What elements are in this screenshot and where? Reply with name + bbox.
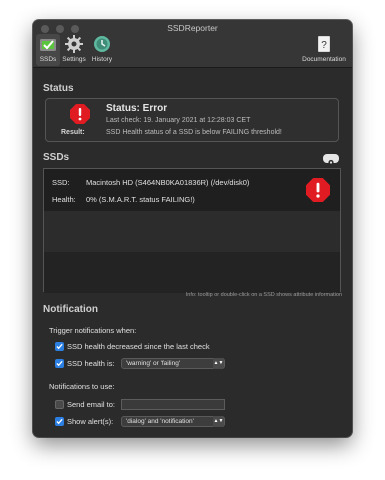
ssd-list-empty-row <box>44 252 340 293</box>
toolbar-settings-label: Settings <box>62 56 86 63</box>
ssd-label: SSD: <box>52 178 70 187</box>
health-label: Health: <box>52 195 76 204</box>
health-is-checkbox[interactable] <box>55 359 64 368</box>
result-value: SSD Health status of a SSD is below FAIL… <box>106 129 282 136</box>
app-window: SSDReporter SSDs Settings History ? Docu… <box>33 20 352 437</box>
svg-text:?: ? <box>321 40 327 51</box>
notification-section-title: Notification <box>43 304 98 315</box>
ssd-list-empty-row <box>44 211 340 252</box>
ssd-list-row[interactable]: SSD: Macintosh HD (S464NB0KA01836R) (/de… <box>44 169 340 211</box>
use-heading: Notifications to use: <box>49 382 115 391</box>
ssd-name-value: Macintosh HD (S464NB0KA01836R) (/dev/dis… <box>86 178 250 187</box>
chevron-updown-icon: ▲▼ <box>213 416 224 427</box>
gear-icon <box>65 35 83 53</box>
toolbar-history-button[interactable]: History <box>89 34 115 66</box>
toolbar-ssds-label: SSDs <box>39 56 57 63</box>
result-label: Result: <box>61 129 85 136</box>
checkmark-icon <box>56 360 63 367</box>
show-alerts-selected-value: 'dialog' and 'notification' <box>126 418 194 425</box>
show-alerts-select[interactable]: 'dialog' and 'notification' ▲▼ <box>121 416 225 427</box>
trigger-heading: Trigger notifications when: <box>49 326 137 335</box>
toolbar-history-label: History <box>91 56 113 63</box>
health-decreased-checkbox[interactable] <box>55 342 64 351</box>
email-field[interactable] <box>121 399 225 410</box>
last-check-text: Last check: 19. January 2021 at 12:28:03… <box>106 117 251 124</box>
chevron-updown-icon: ▲▼ <box>213 358 224 369</box>
toolbar-documentation-button[interactable]: ? Documentation <box>299 34 349 66</box>
ssd-checkmark-icon <box>40 39 56 51</box>
ssds-section-title: SSDs <box>43 152 70 163</box>
ssd-list[interactable]: SSD: Macintosh HD (S464NB0KA01836R) (/de… <box>43 168 341 293</box>
health-is-label[interactable]: SSD health is: <box>67 359 115 368</box>
history-clock-icon <box>94 36 110 52</box>
info-text: Info: tooltip or double-click on a SSD s… <box>185 292 342 298</box>
show-alerts-label[interactable]: Show alert(s): <box>67 417 113 426</box>
health-decreased-label[interactable]: SSD health decreased since the last chec… <box>67 342 210 351</box>
toolbar-settings-button[interactable]: Settings <box>61 34 87 66</box>
health-is-select[interactable]: 'warning' or 'failing' ▲▼ <box>121 358 225 369</box>
toolbar-documentation-label: Documentation <box>302 56 346 63</box>
send-email-label[interactable]: Send email to: <box>67 400 115 409</box>
send-email-checkbox[interactable] <box>55 400 64 409</box>
error-alert-icon <box>70 104 90 124</box>
show-details-button[interactable] <box>323 154 339 166</box>
status-section-title: Status <box>43 83 74 94</box>
status-box: Status: Error Last check: 19. January 20… <box>45 98 339 142</box>
checkmark-icon <box>56 418 63 425</box>
show-alerts-checkbox[interactable] <box>55 417 64 426</box>
help-book-icon: ? <box>318 36 330 52</box>
eye-icon <box>328 159 334 166</box>
status-title: Status: Error <box>106 103 168 114</box>
checkmark-icon <box>56 343 63 350</box>
health-value: 0% (S.M.A.R.T. status FAILING!) <box>86 195 195 204</box>
titlebar: SSDReporter SSDs Settings History ? Docu… <box>33 20 352 68</box>
window-title: SSDReporter <box>167 23 218 33</box>
health-is-selected-value: 'warning' or 'failing' <box>126 360 181 367</box>
ssd-error-alert-icon <box>306 178 330 202</box>
toolbar-ssds-button[interactable]: SSDs <box>36 34 60 66</box>
